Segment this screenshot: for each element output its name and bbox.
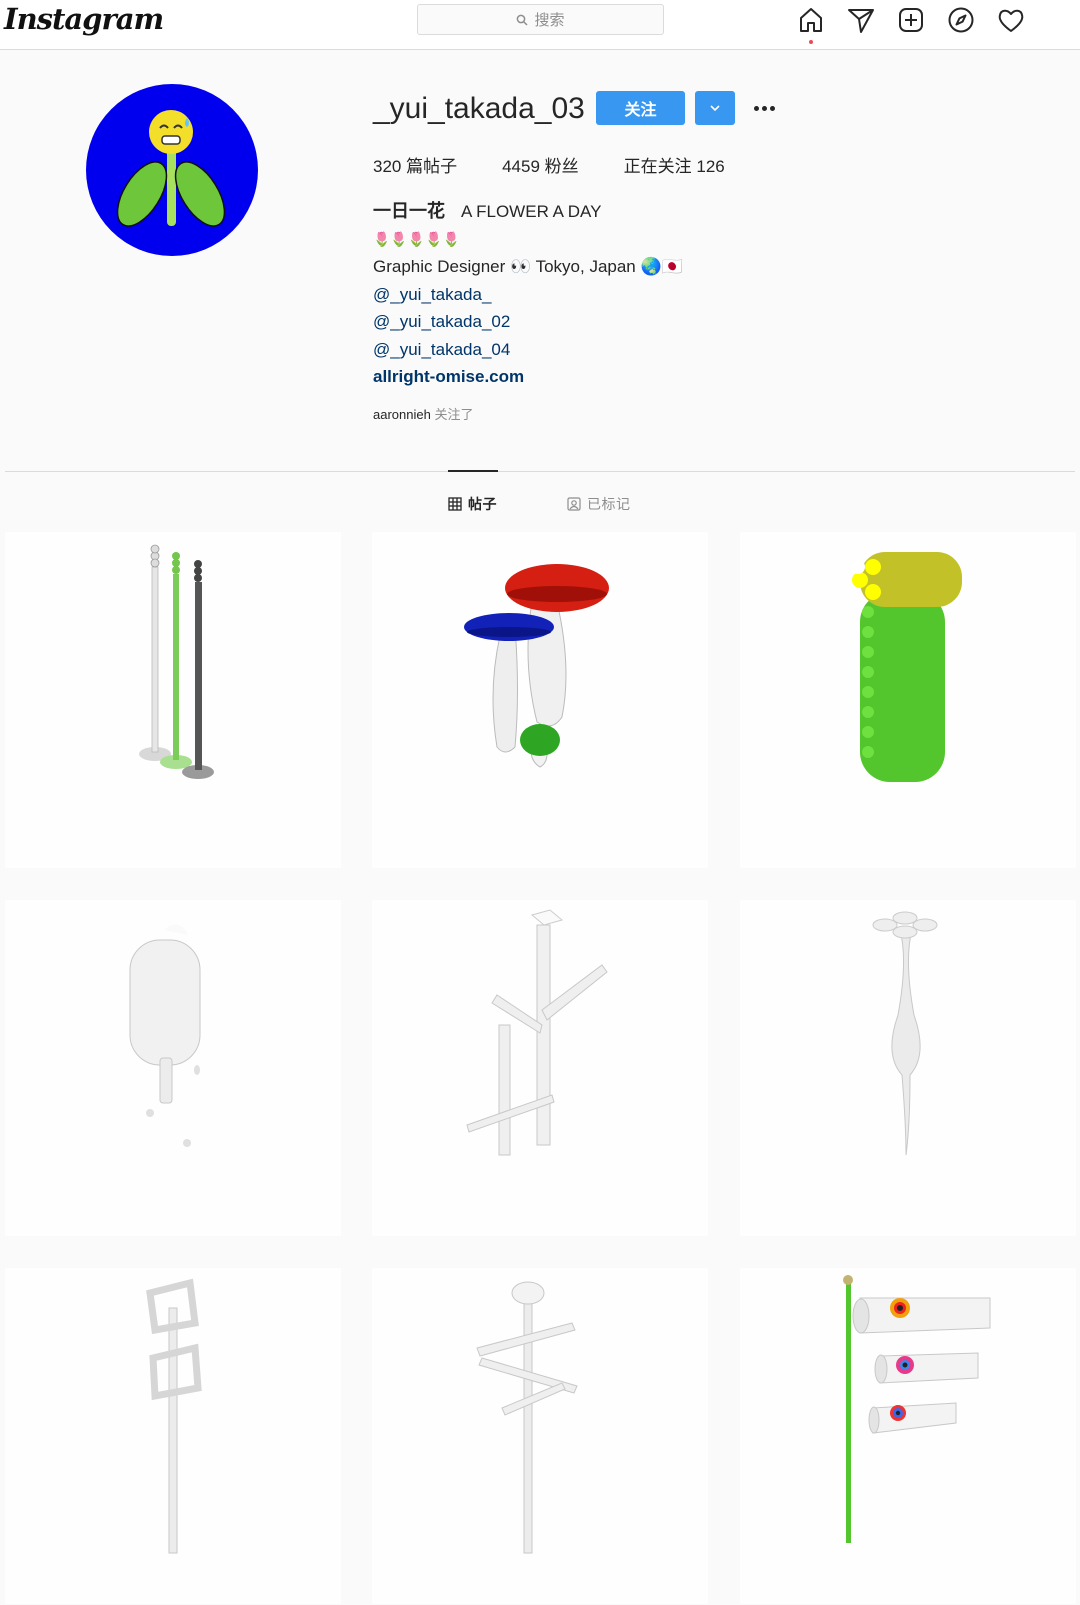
instagram-logo[interactable]: Instagram	[4, 2, 164, 36]
tab-label: 帖子	[468, 496, 497, 512]
white-flower-image	[872, 911, 938, 1156]
followed-by-label: 关注了	[434, 407, 474, 422]
followed-by-user[interactable]: aaronnieh	[373, 407, 431, 422]
followers-count[interactable]: 4459 粉丝	[502, 152, 579, 177]
new-post-icon[interactable]	[896, 5, 926, 35]
bio-mention[interactable]: @_yui_takada_	[373, 281, 683, 309]
post-tile-green-corn[interactable]	[740, 532, 1076, 868]
bio-mention[interactable]: @_yui_takada_04	[373, 336, 683, 364]
search-placeholder: 搜索	[534, 12, 565, 29]
profile-bio: 一日一花 A FLOWER A DAY 🌷🌷🌷🌷🌷 Graphic Designe…	[373, 198, 683, 391]
zigzag-pole-image	[476, 1281, 578, 1554]
search-icon	[517, 14, 529, 26]
more-options-button[interactable]	[750, 96, 778, 120]
branches-image	[466, 909, 608, 1156]
green-corn-image	[851, 552, 962, 782]
following-count[interactable]: 正在关注 126	[624, 152, 725, 177]
flower-face-avatar-image	[116, 110, 226, 227]
popsicle-image	[129, 924, 201, 1147]
tagged-icon	[567, 497, 581, 511]
bio-mention[interactable]: @_yui_takada_02	[373, 308, 683, 336]
activity-icon[interactable]	[996, 5, 1026, 35]
tab-label: 已标记	[587, 496, 631, 512]
top-nav: Instagram 搜索	[0, 0, 1080, 50]
grid-icon	[448, 497, 462, 511]
post-tile-zigzag-pole[interactable]	[372, 1268, 708, 1604]
post-tile-square-frames[interactable]	[5, 1268, 341, 1604]
post-tile-branches[interactable]	[372, 900, 708, 1236]
followed-by[interactable]: aaronnieh 关注了	[373, 404, 473, 423]
bio-line: Graphic Designer 👀 Tokyo, Japan 🌏🇯🇵	[373, 257, 683, 276]
profile-full-name-en: A FLOWER A DAY	[461, 202, 602, 221]
home-icon[interactable]	[796, 5, 826, 44]
explore-icon[interactable]	[946, 5, 976, 35]
profile-full-name: 一日一花	[373, 201, 445, 221]
bio-emoji-line: 🌷🌷🌷🌷🌷	[373, 230, 461, 247]
profile-username: _yui_takada_03	[373, 92, 585, 125]
active-tab-indicator	[448, 470, 498, 472]
post-tile-white-flower[interactable]	[740, 900, 1076, 1236]
chevron-down-icon	[710, 105, 720, 112]
post-tile-popsicle[interactable]	[5, 900, 341, 1236]
tab-tagged[interactable]: 已标记	[567, 494, 631, 514]
three-poles-image	[139, 544, 214, 779]
direct-icon[interactable]	[846, 5, 876, 35]
follow-button[interactable]: 关注	[596, 91, 685, 125]
tabs-divider	[5, 471, 1075, 472]
post-tile-koinobori[interactable]	[740, 1268, 1076, 1604]
suggested-dropdown-button[interactable]	[695, 91, 735, 125]
search-input[interactable]: 搜索	[417, 4, 664, 35]
tab-posts[interactable]: 帖子	[448, 494, 497, 514]
square-frames-image	[146, 1278, 202, 1554]
koinobori-image	[843, 1275, 991, 1543]
website-link[interactable]: allright-omise.com	[373, 363, 683, 391]
posts-count: 320 篇帖子	[373, 157, 458, 176]
profile-avatar[interactable]	[86, 84, 258, 256]
post-tile-three-poles[interactable]	[5, 532, 341, 868]
mushrooms-image	[464, 564, 609, 768]
notification-dot	[809, 40, 813, 44]
profile-stats: 320 篇帖子 4459 粉丝 正在关注 126	[373, 152, 770, 177]
post-tile-mushrooms[interactable]	[372, 532, 708, 868]
